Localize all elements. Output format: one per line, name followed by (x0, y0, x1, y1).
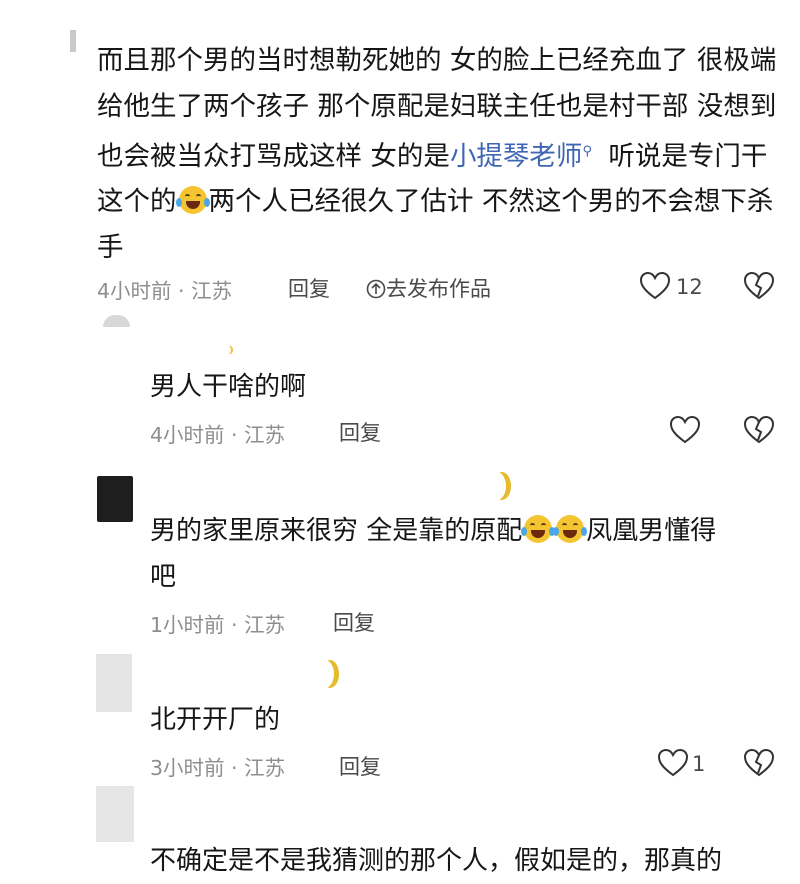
moon-icon (488, 472, 506, 500)
reply-meta: 3小时前 · 江苏 (150, 756, 286, 780)
laughing-crying-emoji-icon (553, 515, 588, 543)
search-icon: ⚲ (582, 144, 592, 159)
reply-text: 男的家里原来很穷 全是靠的原配 凤凰男懂得吧 (150, 508, 780, 600)
reply-meta: 4小时前 · 江苏 (150, 423, 286, 447)
like-button[interactable] (657, 748, 689, 781)
laughing-crying-emoji-icon (521, 515, 556, 543)
tag-link[interactable]: 小提琴老师 (450, 141, 583, 172)
reply-button[interactable]: 回复 (333, 607, 375, 637)
like-button[interactable] (669, 415, 701, 448)
reply-text: 男人干啥的啊 (150, 372, 307, 402)
laughing-crying-emoji-icon (175, 186, 210, 215)
avatar[interactable] (70, 30, 76, 52)
reply-meta: 1小时前 · 江苏 (150, 613, 286, 637)
broken-heart-icon (743, 748, 775, 781)
moon-icon (225, 346, 231, 354)
heart-icon (657, 748, 689, 781)
reply-button[interactable]: 回复 (288, 273, 330, 303)
upload-circle-icon (366, 277, 386, 301)
reply-text-part3: 吧 (150, 562, 177, 592)
dislike-button[interactable] (743, 748, 775, 781)
comment-meta: 4小时前 · 江苏 (97, 279, 233, 303)
dislike-button[interactable] (743, 271, 775, 304)
avatar[interactable] (96, 654, 132, 712)
reply-text-part1: 男的家里原来很穷 全是靠的原配 (150, 516, 523, 546)
heart-icon (639, 271, 671, 304)
like-button[interactable] (639, 271, 671, 304)
reply-text-part2: 凤凰男懂得 (586, 516, 717, 546)
heart-icon (669, 415, 701, 448)
reply-text: 北开开厂的 (150, 705, 281, 735)
avatar[interactable] (103, 315, 130, 327)
publish-label: 去发布作品 (386, 277, 491, 301)
like-count: 12 (676, 275, 703, 299)
dislike-button[interactable] (743, 415, 775, 448)
reply-text: 不确定是不是我猜测的那个人，假如是的，那真的 (150, 846, 723, 876)
avatar[interactable] (97, 476, 133, 522)
publish-button[interactable]: 去发布作品 (366, 273, 491, 303)
like-count: 1 (692, 752, 706, 776)
reply-button[interactable]: 回复 (339, 417, 381, 447)
reply-button[interactable]: 回复 (339, 751, 381, 781)
broken-heart-icon (743, 271, 775, 304)
avatar[interactable] (96, 786, 134, 842)
moon-icon (316, 660, 334, 688)
broken-heart-icon (743, 415, 775, 448)
main-comment-text: 而且那个男的当时想勒死她的 女的脸上已经充血了 很极端 给他生了两个孩子 那个原… (97, 38, 787, 270)
